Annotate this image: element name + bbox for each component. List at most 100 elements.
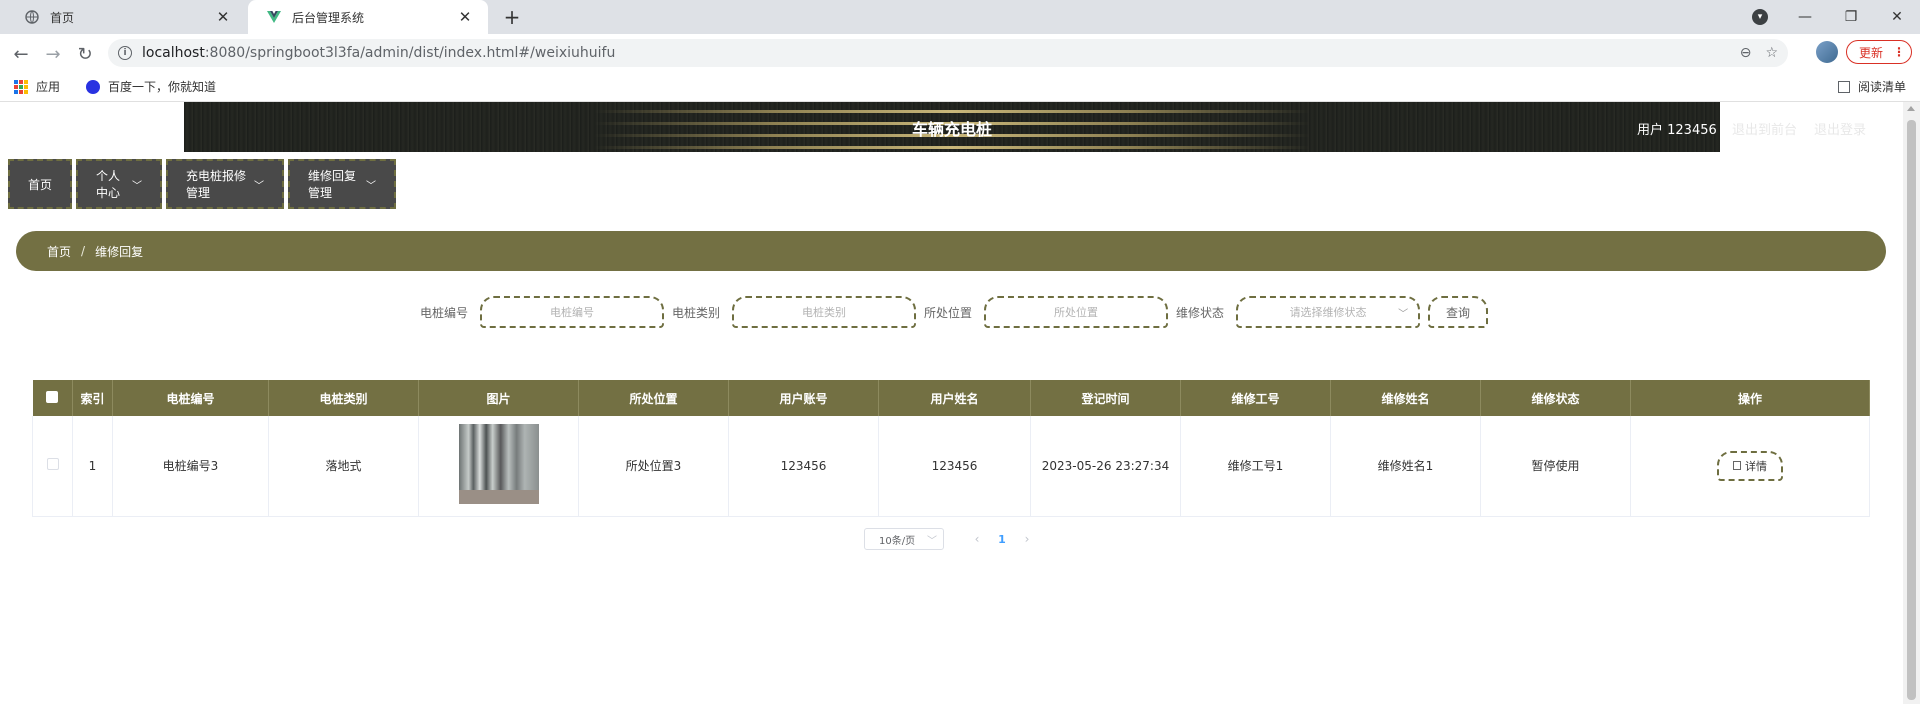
profile-avatar[interactable] bbox=[1816, 41, 1838, 63]
close-icon[interactable]: ✕ bbox=[456, 8, 474, 26]
site-title: 车辆充电桩 bbox=[911, 120, 992, 139]
cell-category: 落地式 bbox=[268, 416, 419, 517]
col-account: 用户账号 bbox=[728, 380, 879, 416]
browser-tab-title: 首页 bbox=[50, 10, 75, 25]
charging-pile-photo[interactable] bbox=[458, 424, 539, 505]
breadcrumb-current: 维修回复 bbox=[95, 244, 144, 259]
document-icon bbox=[1733, 461, 1741, 471]
cell-status: 暂停使用 bbox=[1480, 416, 1631, 517]
code-input[interactable]: 电桩编号 bbox=[480, 296, 665, 328]
current-user: 用户 123456 bbox=[1637, 123, 1717, 138]
chevron-down-icon: ﹀ bbox=[132, 180, 142, 192]
chevron-down-icon: ﹀ bbox=[366, 180, 376, 192]
header-banner: 车辆充电桩 bbox=[184, 102, 1720, 152]
breadcrumb: 首页 / 维修回复 bbox=[16, 231, 1886, 271]
info-icon[interactable]: i bbox=[118, 46, 132, 60]
col-code: 电桩编号 bbox=[112, 380, 269, 416]
page-scrollbar[interactable] bbox=[1903, 102, 1920, 704]
category-input[interactable]: 电桩类别 bbox=[732, 296, 917, 328]
browser-tab-bar: 首页 ✕ 后台管理系统 ✕ + ▾ — ❐ ✕ bbox=[0, 0, 1920, 34]
table-row: 1 电桩编号3 落地式 所处位置3 123456 123456 2023-05-… bbox=[32, 416, 1870, 517]
close-window-icon[interactable]: ✕ bbox=[1874, 9, 1920, 25]
col-location: 所处位置 bbox=[578, 380, 729, 416]
forward-arrow-icon[interactable]: → bbox=[42, 43, 64, 65]
new-tab-plus-icon[interactable]: + bbox=[498, 4, 526, 30]
col-action: 操作 bbox=[1630, 380, 1870, 416]
reload-icon[interactable]: ↻ bbox=[74, 43, 96, 65]
col-worker-name: 维修姓名 bbox=[1330, 380, 1481, 416]
bookmark-baidu[interactable]: 百度一下，你就知道 bbox=[74, 78, 216, 95]
col-worker-id: 维修工号 bbox=[1180, 380, 1331, 416]
search-label-status: 维修状态 bbox=[1176, 305, 1225, 320]
select-all-cell bbox=[32, 380, 73, 416]
minimize-icon[interactable]: — bbox=[1782, 9, 1828, 25]
cell-worker-name: 维修姓名1 bbox=[1330, 416, 1481, 517]
cell-time: 2023-05-26 23:27:34 bbox=[1030, 416, 1181, 517]
chevron-down-icon: ﹀ bbox=[1398, 308, 1409, 320]
menu-item-repair-reply[interactable]: 维修回复管理 ﹀ bbox=[288, 159, 396, 209]
location-input[interactable]: 所处位置 bbox=[984, 296, 1169, 328]
browser-tab-home[interactable]: 首页 ✕ bbox=[6, 0, 246, 34]
cell-location: 所处位置3 bbox=[578, 416, 729, 517]
cell-username: 123456 bbox=[878, 416, 1031, 517]
star-bookmark-icon[interactable]: ☆ bbox=[1765, 45, 1778, 61]
globe-icon bbox=[24, 9, 40, 25]
chevron-down-icon: ﹀ bbox=[254, 180, 264, 192]
logout-link[interactable]: 退出登录 bbox=[1814, 119, 1866, 138]
search-label-location: 所处位置 bbox=[924, 305, 973, 320]
close-icon[interactable]: ✕ bbox=[214, 8, 232, 26]
page-content: 车辆充电桩 用户 123456 退出到前台 退出登录 首页 个人中心 ﹀ 充电桩报… bbox=[0, 102, 1920, 704]
scrollbar-thumb[interactable] bbox=[1907, 120, 1916, 700]
pagination: 10条/页 ﹀ ‹ 1 › bbox=[864, 528, 1042, 550]
scroll-up-icon[interactable] bbox=[1907, 106, 1915, 111]
tab-search-icon[interactable]: ▾ bbox=[1752, 9, 1768, 25]
cell-account: 123456 bbox=[728, 416, 879, 517]
search-label-category: 电桩类别 bbox=[672, 305, 721, 320]
col-index: 索引 bbox=[72, 380, 113, 416]
select-all-checkbox[interactable] bbox=[46, 390, 59, 403]
back-arrow-icon[interactable]: ← bbox=[10, 43, 32, 65]
update-button[interactable]: 更新 ⋮ bbox=[1846, 40, 1912, 64]
browser-tab-title: 后台管理系统 bbox=[292, 10, 365, 25]
url-input[interactable]: i localhost:8080/springboot3l3fa/admin/d… bbox=[108, 39, 1788, 67]
reading-list[interactable]: 阅读清单 bbox=[1837, 78, 1906, 95]
bookmark-apps[interactable]: 应用 bbox=[14, 78, 60, 95]
menu-item-repair-report[interactable]: 充电桩报修管理 ﹀ bbox=[166, 159, 284, 209]
detail-button[interactable]: 详情 bbox=[1717, 450, 1783, 481]
search-form: 电桩编号 电桩编号 电桩类别 电桩类别 所处位置 所处位置 维修状态 请选择维修… bbox=[420, 295, 1489, 329]
menu-item-profile[interactable]: 个人中心 ﹀ bbox=[76, 159, 162, 209]
repair-reply-table: 索引 电桩编号 电桩类别 图片 所处位置 用户账号 用户姓名 登记时间 维修工号… bbox=[32, 380, 1870, 517]
baidu-paw-icon bbox=[86, 79, 101, 94]
page-number-current[interactable]: 1 bbox=[992, 533, 1012, 546]
top-menu: 首页 个人中心 ﹀ 充电桩报修管理 ﹀ 维修回复管理 ﹀ bbox=[8, 159, 396, 209]
status-select[interactable]: 请选择维修状态 ﹀ bbox=[1236, 296, 1421, 328]
cell-index: 1 bbox=[72, 416, 113, 517]
page-size-select[interactable]: 10条/页 ﹀ bbox=[864, 528, 944, 550]
prev-page-icon[interactable]: ‹ bbox=[962, 532, 992, 546]
bookmarks-bar: 应用 百度一下，你就知道 阅读清单 bbox=[0, 72, 1920, 102]
reading-list-icon bbox=[1837, 80, 1850, 93]
more-vert-icon[interactable]: ⋮ bbox=[1893, 45, 1905, 59]
chevron-down-icon: ﹀ bbox=[927, 535, 937, 547]
col-time: 登记时间 bbox=[1030, 380, 1181, 416]
row-checkbox[interactable] bbox=[46, 458, 59, 471]
apps-grid-icon bbox=[14, 79, 28, 94]
query-button[interactable]: 查询 bbox=[1428, 296, 1489, 328]
restore-icon[interactable]: ❐ bbox=[1828, 9, 1874, 25]
browser-tab-admin[interactable]: 后台管理系统 ✕ bbox=[248, 0, 488, 34]
address-bar: ← → ↻ i localhost:8080/springboot3l3fa/a… bbox=[0, 34, 1920, 72]
col-category: 电桩类别 bbox=[268, 380, 419, 416]
table-header-row: 索引 电桩编号 电桩类别 图片 所处位置 用户账号 用户姓名 登记时间 维修工号… bbox=[32, 380, 1870, 416]
col-image: 图片 bbox=[418, 380, 579, 416]
col-status: 维修状态 bbox=[1480, 380, 1631, 416]
next-page-icon[interactable]: › bbox=[1012, 532, 1042, 546]
cell-worker-id: 维修工号1 bbox=[1180, 416, 1331, 517]
to-frontend-link[interactable]: 退出到前台 bbox=[1732, 119, 1797, 138]
cell-code: 电桩编号3 bbox=[112, 416, 269, 517]
search-label-code: 电桩编号 bbox=[420, 305, 469, 320]
menu-item-home[interactable]: 首页 bbox=[8, 159, 72, 209]
vue-logo-icon bbox=[266, 9, 282, 25]
col-username: 用户姓名 bbox=[878, 380, 1031, 416]
zoom-icon[interactable]: ⊖ bbox=[1740, 45, 1752, 61]
breadcrumb-home[interactable]: 首页 bbox=[47, 243, 71, 260]
